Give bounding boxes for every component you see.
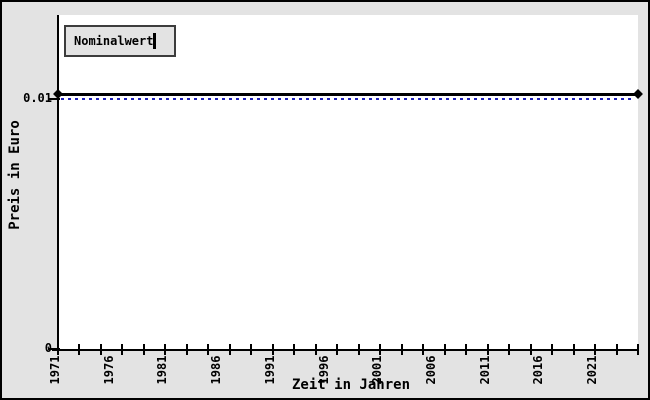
y-tick-label: 0 [44,341,52,355]
screenshot-root: { "colors": { "figure_background": "#e3e… [0,0,650,400]
x-tick-mark [142,344,145,355]
x-tick-mark [293,344,296,355]
x-tick-mark [422,344,425,355]
x-tick-label: 1996 [316,355,331,385]
x-tick-label: 2021 [585,355,600,385]
x-tick-label: 2006 [423,355,438,385]
x-tick-mark [400,344,403,355]
legend-label: Nominalwert [74,34,154,48]
x-tick-mark [508,344,511,355]
x-tick-label: 1991 [262,355,277,385]
legend-box: Nominalwert [64,25,176,57]
plot-area [59,15,638,349]
x-tick-mark [336,344,339,355]
x-tick-mark [78,344,81,355]
x-tick-mark [637,344,639,355]
x-tick-mark [164,344,167,355]
x-tick-mark [465,344,468,355]
x-tick-mark [551,344,554,355]
x-tick-mark [379,344,382,355]
x-tick-mark [271,344,274,355]
x-tick-label: 1986 [209,355,224,385]
chart-figure: Preis in Euro Zeit in Jahren Nominalwert… [0,0,650,400]
x-tick-label: 1981 [155,355,170,385]
x-tick-mark [207,344,210,355]
x-tick-label: 2001 [370,355,385,385]
x-tick-mark [443,344,446,355]
x-tick-label: 2016 [531,355,546,385]
x-tick-mark [594,344,597,355]
x-tick-mark [228,344,231,355]
x-tick-mark [99,344,102,355]
legend-key-swatch [153,33,156,49]
x-tick-label: 1971 [48,355,62,385]
x-tick-mark [529,344,532,355]
x-tick-mark [314,344,317,355]
y-gridline [61,98,634,100]
x-tick-mark [250,344,253,355]
series-line [58,92,638,96]
x-tick-label: 1976 [101,355,116,385]
x-tick-mark [121,344,124,355]
x-tick-label: 2011 [477,355,492,385]
x-tick-mark [357,344,360,355]
x-tick-mark [185,344,188,355]
y-axis-title: Preis in Euro [7,120,23,230]
x-tick-mark [486,344,489,355]
y-tick-label: 0.01 [23,91,52,105]
x-tick-mark [572,344,575,355]
x-axis-title: Zeit in Jahren [291,377,411,393]
y-axis-line [57,15,59,351]
x-tick-mark [615,344,618,355]
